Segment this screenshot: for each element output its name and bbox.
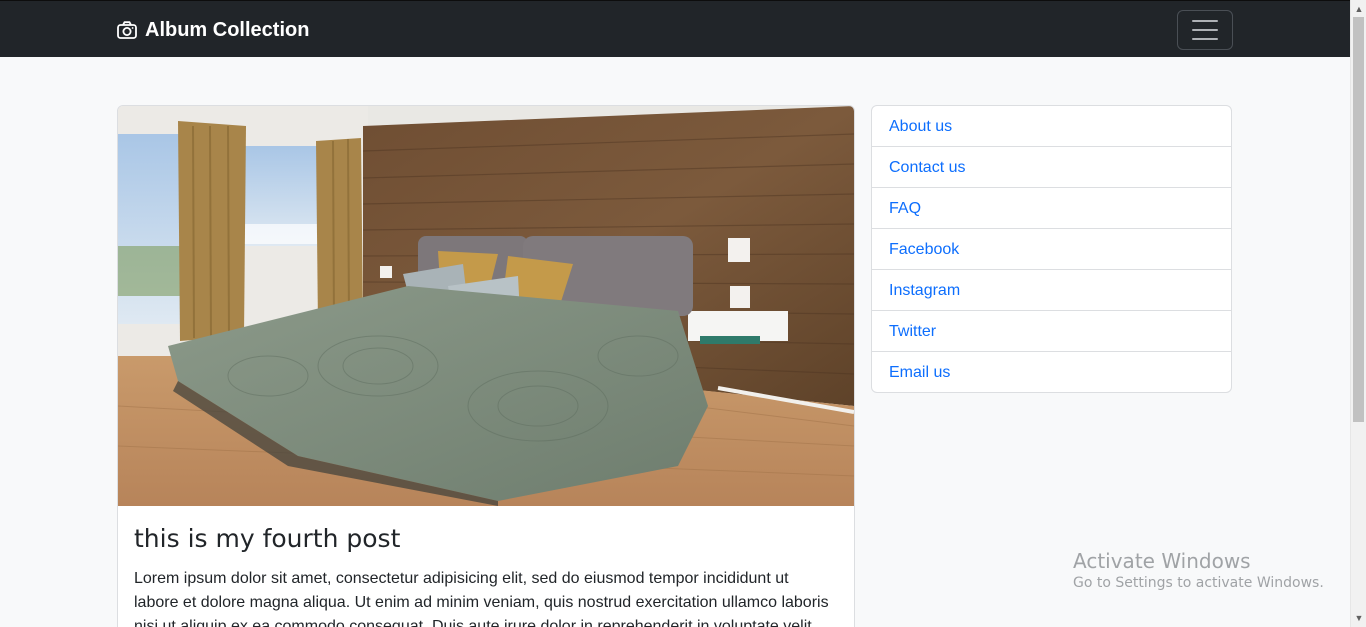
scrollbar-thumb[interactable] bbox=[1353, 17, 1364, 422]
watermark-title: Activate Windows bbox=[1073, 549, 1251, 573]
windows-activation-watermark: Activate Windows Go to Settings to activ… bbox=[1073, 548, 1324, 592]
sidebar-item-facebook[interactable]: Facebook bbox=[872, 228, 1231, 269]
post-text: Lorem ipsum dolor sit amet, consectetur … bbox=[134, 570, 829, 627]
hamburger-line-icon bbox=[1192, 29, 1218, 31]
navbar-toggler-button[interactable] bbox=[1177, 10, 1233, 50]
brand-link[interactable]: Album Collection bbox=[117, 17, 309, 43]
hamburger-line-icon bbox=[1192, 20, 1218, 22]
sidebar-item-email-us[interactable]: Email us bbox=[872, 351, 1231, 392]
sidebar-item-faq[interactable]: FAQ bbox=[872, 187, 1231, 228]
sidebar-links: About us Contact us FAQ Facebook Instagr… bbox=[871, 105, 1232, 393]
sidebar-item-about-us[interactable]: About us bbox=[872, 106, 1231, 146]
post-image bbox=[118, 106, 854, 506]
camera-icon bbox=[117, 21, 137, 39]
scroll-up-arrow-icon[interactable]: ▲ bbox=[1351, 2, 1366, 16]
vertical-scrollbar[interactable]: ▲ ▼ bbox=[1350, 0, 1366, 627]
post-title: this is my fourth post bbox=[134, 524, 401, 553]
post-card: this is my fourth post Lorem ipsum dolor… bbox=[117, 105, 855, 627]
brand-label: Album Collection bbox=[145, 18, 310, 41]
sidebar-item-twitter[interactable]: Twitter bbox=[872, 310, 1231, 351]
hamburger-line-icon bbox=[1192, 38, 1218, 40]
top-navbar: Album Collection bbox=[0, 0, 1350, 57]
sidebar-item-contact-us[interactable]: Contact us bbox=[872, 146, 1231, 187]
sidebar-item-instagram[interactable]: Instagram bbox=[872, 269, 1231, 310]
watermark-subtitle: Go to Settings to activate Windows. bbox=[1073, 575, 1324, 591]
scroll-down-arrow-icon[interactable]: ▼ bbox=[1351, 611, 1366, 625]
